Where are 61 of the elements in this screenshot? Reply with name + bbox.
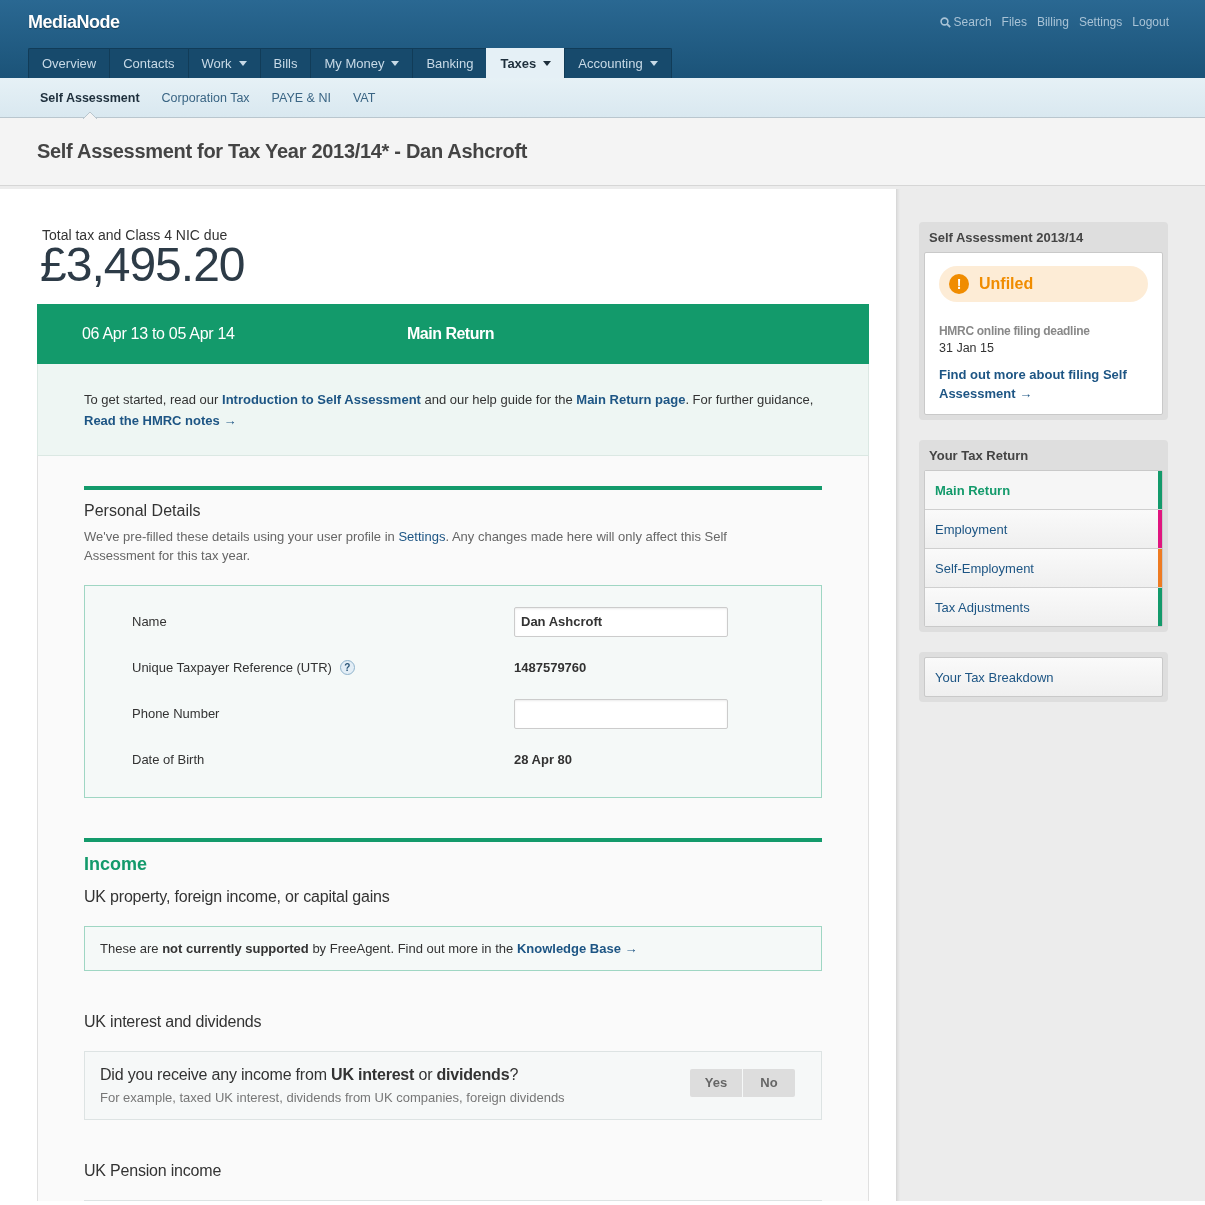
answer-button[interactable]: Yes	[690, 1068, 742, 1097]
caret-icon	[238, 61, 247, 66]
field-label: Date of Birth	[132, 752, 205, 768]
subsection-title: UK Pension income	[84, 1161, 223, 1180]
field-value: 1487579760	[514, 660, 587, 676]
question-text: Did you receive any income from UK interest or dividends?	[100, 1065, 520, 1084]
caret-icon	[391, 61, 400, 66]
header-link[interactable]: Billing	[1036, 15, 1069, 29]
text-link[interactable]: Introduction to Self Assessment	[222, 391, 421, 407]
help-icon[interactable]: ?	[339, 660, 355, 676]
caret-icon	[649, 61, 658, 66]
nav-tab[interactable]: Contacts	[109, 48, 188, 78]
return-title: Main Return	[407, 324, 494, 343]
question-hint: For example, taxed UK interest, dividends from UK companies, foreign dividends	[100, 1089, 565, 1105]
sidebar-item[interactable]: Self-Employment	[925, 548, 1162, 587]
status-label: Unfiled	[979, 275, 1034, 293]
header-link[interactable]: Settings	[1078, 15, 1123, 29]
sidebar-item[interactable]: Tax Adjustments	[925, 587, 1162, 626]
intro-text: To get started, read our Introduction to Self Assessment and our help guide for the Main Return page. For further guidance, Read the HMRC notes →	[37, 363, 869, 456]
caret-icon	[543, 61, 552, 66]
nav-tab[interactable]: Accounting	[564, 48, 672, 78]
deadline-label: HMRC online filing deadline	[939, 324, 1091, 338]
text-link[interactable]: Read the HMRC notes →	[84, 412, 237, 428]
warning-icon: !	[949, 274, 969, 294]
page-title: Self Assessment for Tax Year 2013/14* - Dan Ashcroft	[37, 140, 528, 163]
header-link[interactable]: Files	[1001, 15, 1027, 29]
sidebar-item[interactable]: Your Tax Breakdown	[924, 657, 1163, 697]
nav-tab[interactable]: My Money	[310, 48, 413, 78]
nav-tab[interactable]: Overview	[28, 48, 110, 78]
field-label: Phone Number	[132, 706, 220, 722]
subnav-link[interactable]: Self Assessment	[40, 89, 140, 106]
subsection-title: UK interest and dividends	[84, 1012, 263, 1031]
sidebar-item[interactable]: Employment	[925, 509, 1162, 548]
field-value: 28 Apr 80	[514, 752, 573, 768]
notice-text: These are not currently supported by FreeAgent. Find out more in the Knowledge Base →	[84, 925, 822, 971]
panel-title: Self Assessment 2013/14	[928, 229, 1085, 247]
app-logo[interactable]: MediaNode	[28, 11, 120, 33]
info-link[interactable]: Find out more about filing Self Assessment →	[939, 365, 1148, 403]
period-text: 06 Apr 13 to 05 Apr 14	[82, 324, 236, 343]
subnav-link[interactable]: Corporation Tax	[161, 89, 250, 106]
input-field[interactable]	[514, 698, 728, 729]
section-heading: Income	[84, 853, 149, 875]
field-label: Name	[132, 614, 167, 630]
deadline-date: 31 Jan 15	[939, 341, 995, 355]
subsection-title: UK property, foreign income, or capital gains	[84, 887, 391, 906]
nav-tab[interactable]: Banking	[412, 48, 487, 78]
subnav-link[interactable]: VAT	[352, 89, 376, 106]
section-heading: Personal Details	[84, 501, 202, 520]
header-link[interactable]: Logout	[1132, 15, 1169, 29]
nav-tab[interactable]: Bills	[259, 48, 311, 78]
field-label: Unique Taxpayer Reference (UTR)	[132, 660, 332, 676]
text-link[interactable]: Knowledge Base →	[516, 940, 638, 956]
subnav-link[interactable]: PAYE & NI	[271, 89, 331, 106]
header-link[interactable]: Search	[939, 15, 992, 29]
nav-tab[interactable]: Taxes	[486, 48, 565, 78]
nav-tab[interactable]: Work	[187, 48, 260, 78]
section-description: We've pre-filled these details using your user profile in Settings. Any changes made here will only affect this Self Assessment for this tax year.	[84, 527, 728, 565]
input-field[interactable]: Dan Ashcroft	[514, 606, 728, 637]
search-icon	[939, 16, 951, 28]
answer-button[interactable]: No	[743, 1068, 795, 1097]
panel-title: Your Tax Return	[928, 447, 1030, 465]
